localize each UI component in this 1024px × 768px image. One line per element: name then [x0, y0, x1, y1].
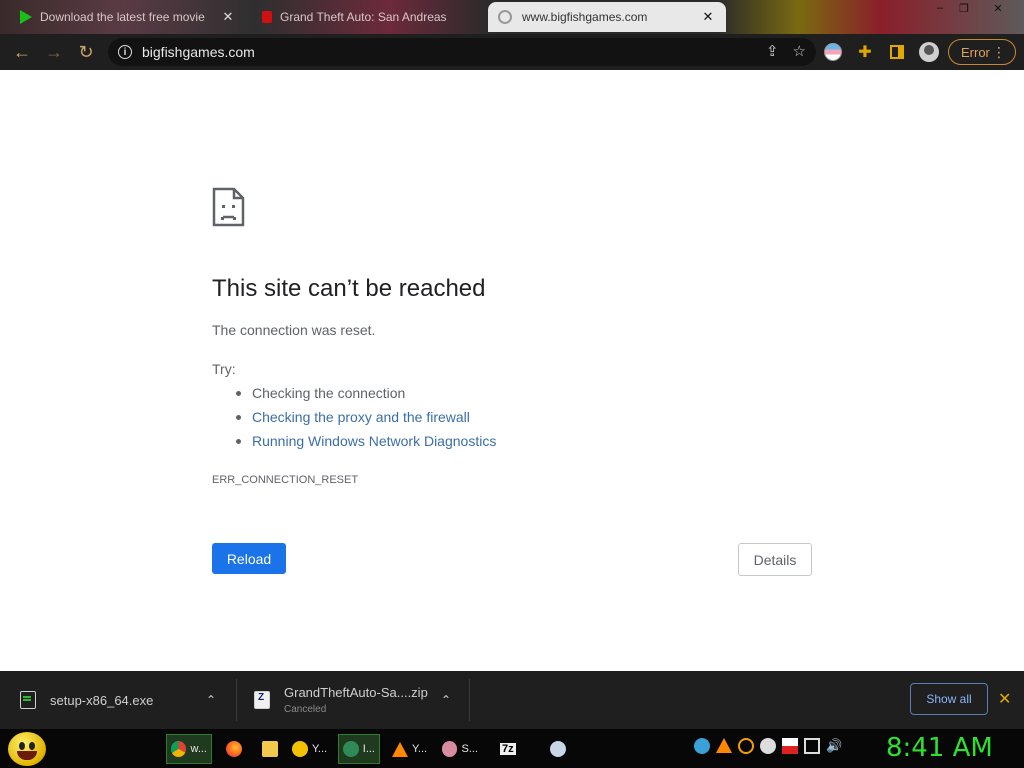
download-shelf: setup-x86_64.exe ⌃ GrandTheftAuto-Sa....… [0, 671, 1024, 729]
close-icon[interactable]: ✕ [220, 9, 236, 25]
divider [469, 679, 470, 721]
7zip-icon: 7z [500, 743, 516, 755]
error-label: Error [961, 44, 990, 60]
back-button[interactable]: ← [6, 36, 38, 68]
chevron-up-icon[interactable]: ⌃ [206, 693, 216, 707]
forward-button[interactable]: → [38, 36, 70, 68]
tab-gta[interactable]: Grand Theft Auto: San Andreas [252, 2, 484, 32]
reload-page-button[interactable]: Reload [212, 543, 286, 574]
error-button[interactable]: Error ⋮ [948, 39, 1016, 65]
taskbar-app-gauge[interactable] [546, 734, 574, 764]
tab-title: www.bigfishgames.com [522, 10, 648, 24]
suggestion-network-diagnostics-link[interactable]: Running Windows Network Diagnostics [235, 433, 496, 457]
taskbar-app-firefox[interactable] [222, 734, 250, 764]
taskbar-app-label: I... [362, 743, 375, 755]
error-headline: This site can’t be reached [212, 275, 486, 302]
suggestion-check-connection: Checking the connection [235, 385, 496, 409]
download-item-setup[interactable]: setup-x86_64.exe [20, 677, 153, 723]
window-close-button[interactable]: ✕ [988, 0, 1008, 16]
side-panel-icon[interactable] [887, 42, 907, 62]
error-code: ERR_CONNECTION_RESET [212, 474, 359, 486]
divider [236, 679, 237, 721]
zip-file-icon [254, 691, 270, 709]
restore-button[interactable]: ❐ [954, 0, 974, 16]
taskbar-clock[interactable]: 8:41 AM [886, 733, 993, 763]
taskbar-app-explorer[interactable] [258, 734, 286, 764]
globe-icon [498, 10, 512, 24]
lock-icon [262, 11, 272, 23]
smiley-icon [292, 741, 308, 757]
show-all-downloads-button[interactable]: Show all [910, 683, 988, 715]
address-bar[interactable]: i bigfishgames.com ⇪ ☆ [108, 38, 816, 66]
taskbar-app-label: Y... [312, 743, 328, 755]
tab-movies[interactable]: Download the latest free movie... ✕ [10, 2, 246, 32]
firefox-icon [226, 741, 242, 757]
taskbar-app-7zip[interactable]: 7z [496, 734, 520, 764]
folder-icon [262, 741, 278, 757]
brain-icon [442, 741, 458, 757]
download-status: Canceled [284, 704, 327, 715]
chrome-icon [171, 741, 187, 757]
taskbar-app-network[interactable]: I... [338, 734, 380, 764]
close-shelf-icon[interactable]: ✕ [998, 689, 1011, 709]
taskbar-app-chrome[interactable]: w... [166, 734, 212, 764]
taskbar-app-label: Y... [412, 743, 428, 755]
tab-title: Download the latest free movie... [40, 10, 205, 24]
info-icon[interactable]: i [118, 45, 132, 59]
taskbar-app-s[interactable]: S... [438, 734, 482, 764]
system-tray: 🔊 [694, 738, 842, 754]
taskbar-app-vlc[interactable]: Y... [388, 734, 432, 764]
reload-button[interactable]: ↻ [70, 36, 102, 68]
bookmark-star-icon[interactable]: ☆ [793, 42, 806, 60]
details-button[interactable]: Details [738, 543, 812, 576]
exe-file-icon [20, 691, 36, 709]
network-icon [343, 741, 359, 757]
close-icon[interactable]: ✕ [700, 9, 716, 25]
taskbar-app-label: S... [461, 743, 478, 755]
try-label: Try: [212, 361, 236, 377]
vlc-icon [392, 741, 408, 757]
flag-tray-icon[interactable] [782, 738, 798, 754]
download-item-gta-zip[interactable]: GrandTheftAuto-Sa....zip Canceled [254, 677, 428, 723]
share-icon[interactable]: ⇪ [766, 42, 779, 60]
extensions-puzzle-icon[interactable]: ✚ [855, 42, 875, 62]
start-button-smiley-icon[interactable] [8, 732, 46, 766]
menu-dots-icon[interactable]: ⋮ [992, 44, 1006, 61]
page-content: This site can’t be reached The connectio… [0, 70, 1024, 671]
tab-bigfishgames[interactable]: www.bigfishgames.com ✕ [488, 2, 726, 32]
suggestion-proxy-firewall-link[interactable]: Checking the proxy and the firewall [235, 409, 496, 433]
taskbar-app-label: w... [190, 743, 207, 755]
tab-strip: Download the latest free movie... ✕ Gran… [0, 0, 1024, 34]
profile-avatar-icon[interactable] [919, 42, 939, 62]
search-tray-icon[interactable] [738, 738, 754, 754]
sad-page-icon [212, 187, 245, 227]
flag-extension-icon[interactable] [823, 42, 843, 62]
network-tray-icon[interactable] [694, 738, 710, 754]
smiley-tray-icon[interactable] [760, 738, 776, 754]
download-filename: GrandTheftAuto-Sa....zip [284, 685, 428, 700]
url-text[interactable]: bigfishgames.com [142, 44, 255, 60]
taskbar-app-yahoo[interactable]: Y... [288, 734, 332, 764]
download-filename: setup-x86_64.exe [50, 692, 154, 708]
volume-tray-icon[interactable]: 🔊 [826, 738, 842, 754]
vlc-tray-icon[interactable] [716, 738, 732, 753]
play-icon [20, 10, 32, 24]
error-subtext: The connection was reset. [212, 322, 376, 338]
minimize-button[interactable]: – [930, 0, 950, 16]
suggestion-list: Checking the connection Checking the pro… [235, 385, 496, 457]
network-status-tray-icon[interactable] [804, 738, 820, 754]
chevron-up-icon[interactable]: ⌃ [441, 693, 451, 707]
gauge-icon [550, 741, 566, 757]
tab-title: Grand Theft Auto: San Andreas [280, 10, 447, 24]
